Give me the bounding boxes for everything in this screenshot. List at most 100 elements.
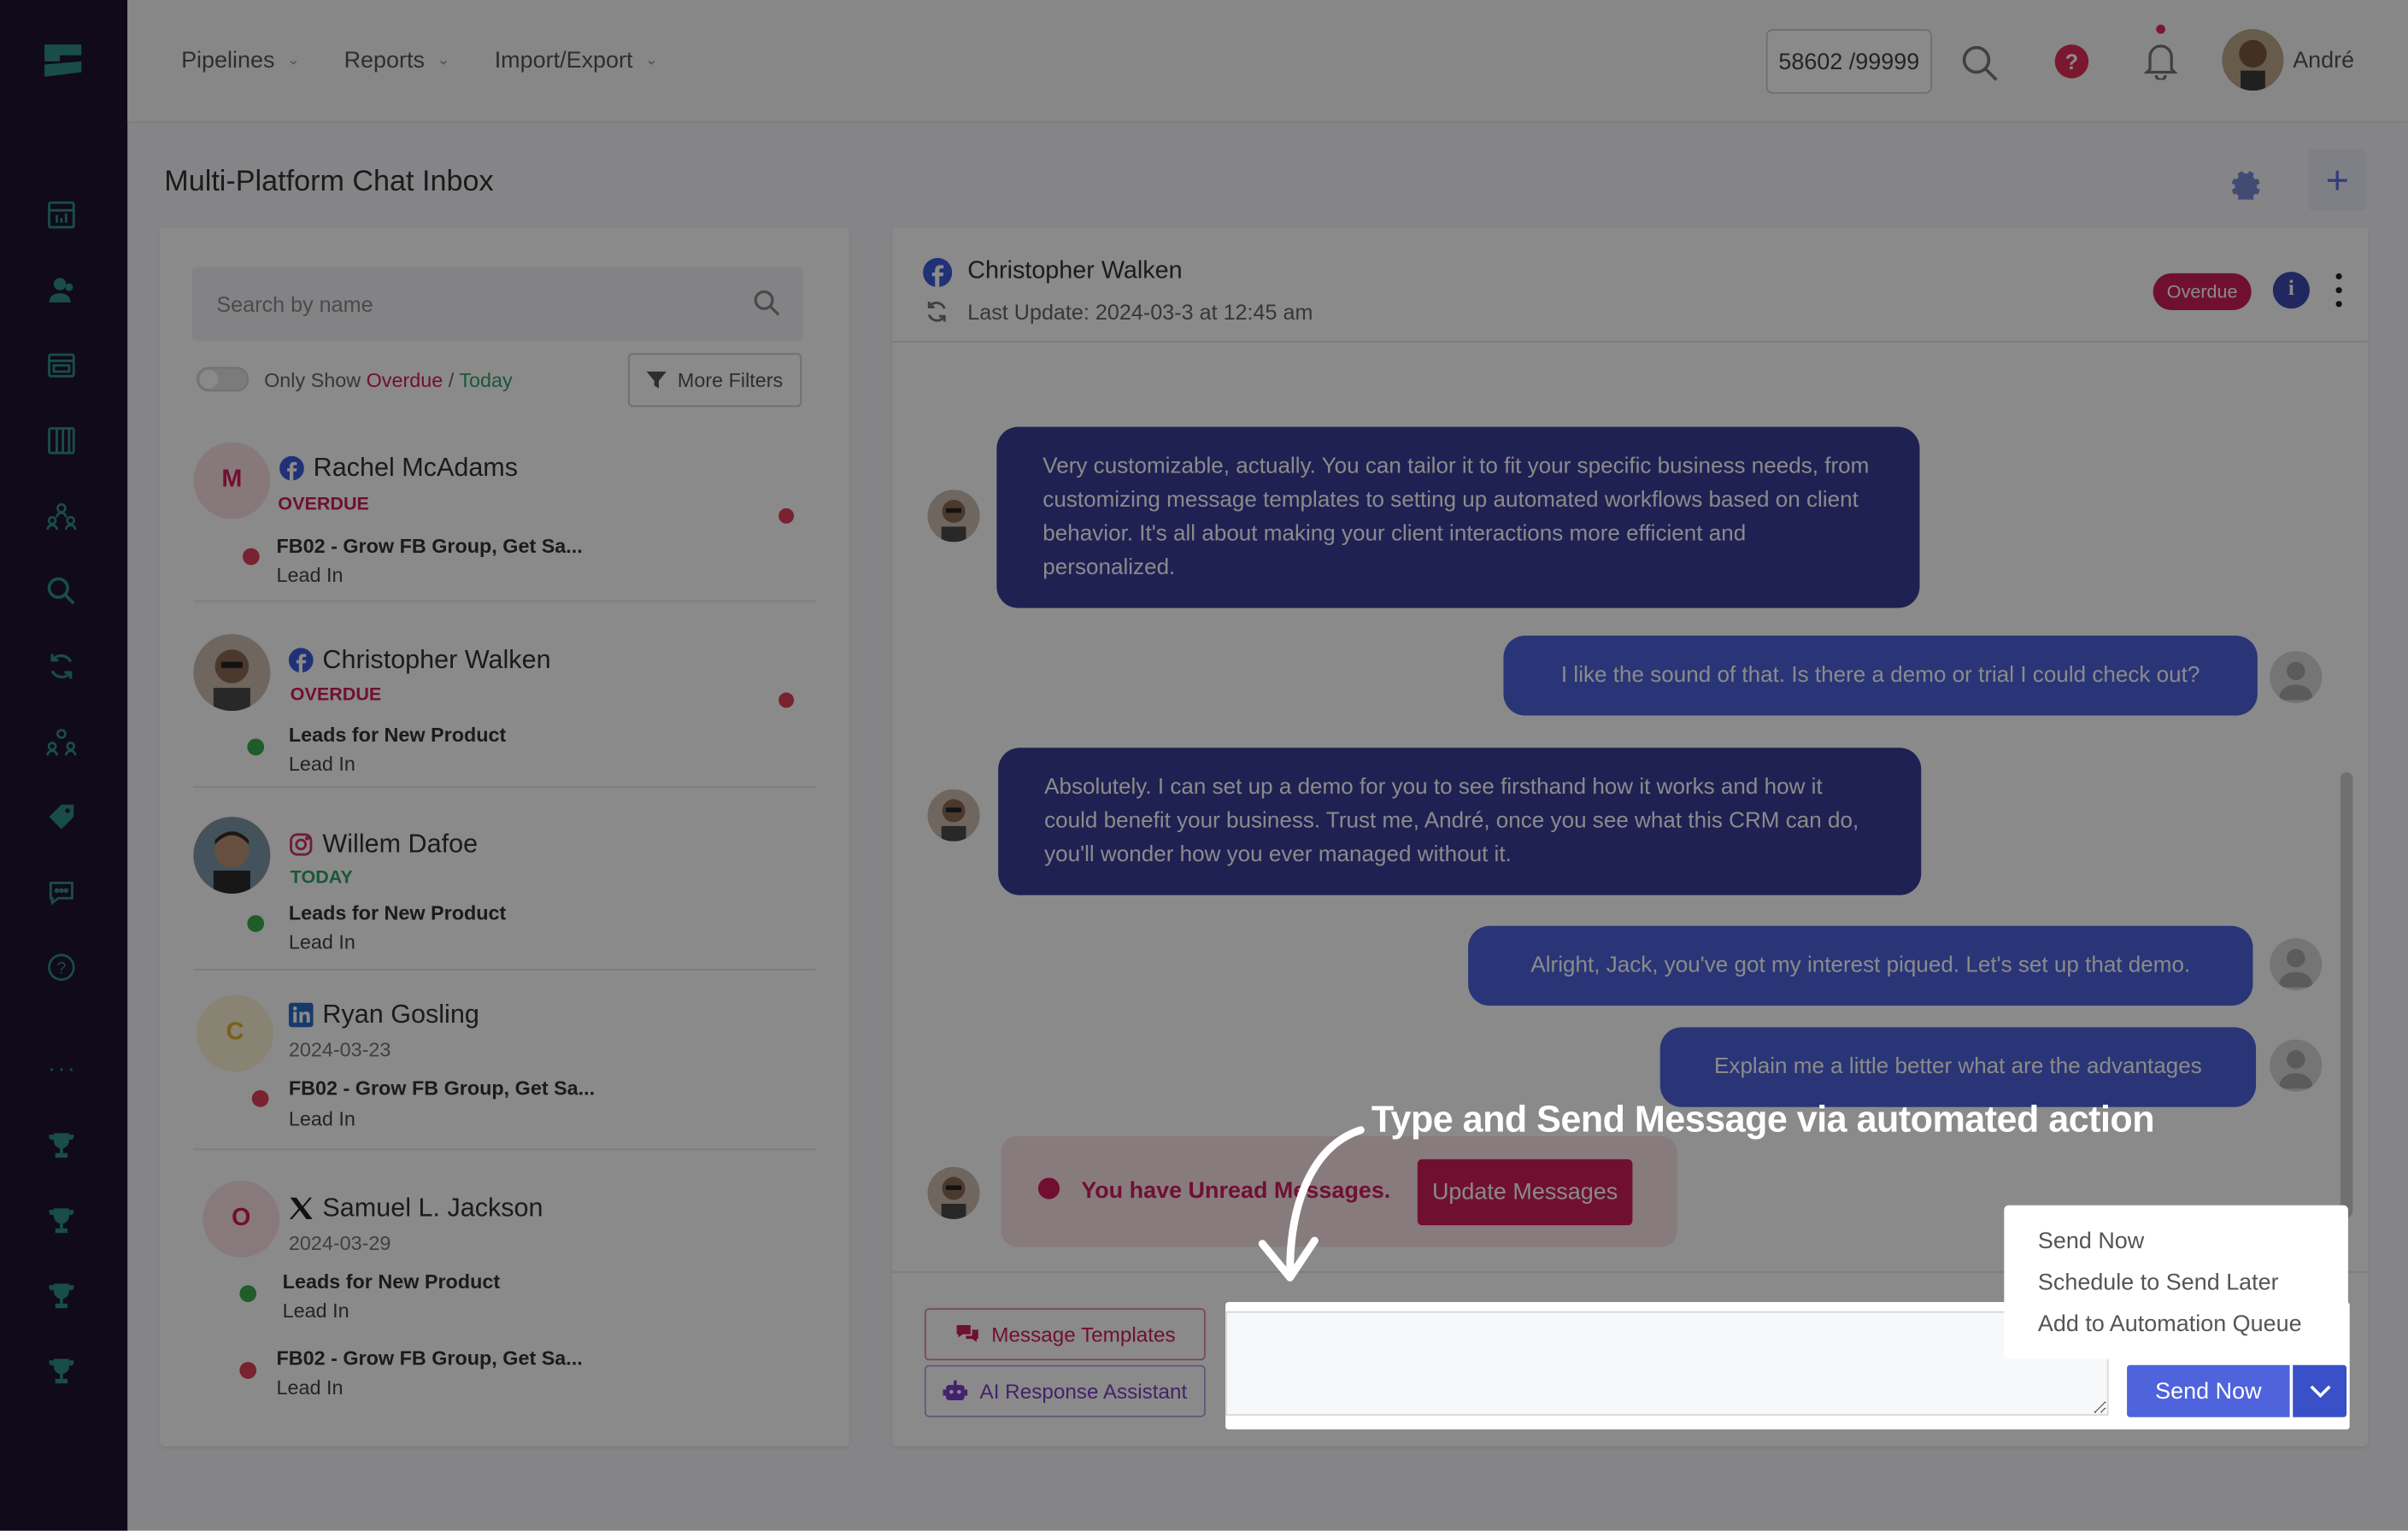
nav-import-export[interactable]: Import/Export ⌄ <box>495 48 658 74</box>
send-now-button[interactable]: Send Now <box>2127 1364 2290 1417</box>
scrollbar[interactable] <box>2340 771 2353 1218</box>
contact-item-rachel-mcadams[interactable]: M Rachel McAdams OVERDUE FB02 - Grow FB … <box>193 427 816 602</box>
unread-dot <box>778 507 795 524</box>
svg-text:?: ? <box>56 959 66 977</box>
search-input[interactable] <box>191 267 803 341</box>
kebab-menu-icon[interactable] <box>2331 273 2346 308</box>
contact-name-row: Willem Dafoe <box>289 829 478 859</box>
message-input[interactable] <box>1225 1311 2109 1417</box>
menu-item-automation-queue[interactable]: Add to Automation Queue <box>2038 1311 2302 1338</box>
deal-stage: Lead In <box>276 563 344 587</box>
trophy-icon[interactable] <box>44 1129 79 1163</box>
toggle-label: Only Show Overdue / Today <box>264 368 513 391</box>
menu-item-schedule-later[interactable]: Schedule to Send Later <box>2038 1270 2279 1296</box>
nav-import-export-label: Import/Export <box>494 47 633 74</box>
user-avatar-placeholder <box>2270 938 2323 991</box>
deal-name: FB02 - Grow FB Group, Get Sa... <box>276 534 583 558</box>
update-messages-button[interactable]: Update Messages <box>1417 1159 1633 1226</box>
team-icon[interactable] <box>44 499 79 533</box>
pipeline-icon[interactable] <box>44 424 79 458</box>
facebook-icon <box>923 257 953 288</box>
trophy-icon[interactable] <box>44 1354 79 1388</box>
message-bubble-outgoing: Explain me a little better what are the … <box>1659 1027 2257 1107</box>
message-templates-button[interactable]: Message Templates <box>924 1308 1206 1361</box>
contact-date: 2024-03-23 <box>288 1037 391 1061</box>
sync-icon[interactable] <box>44 649 79 683</box>
deal-name: Leads for New Product <box>288 900 507 924</box>
message-templates-label: Message Templates <box>991 1323 1176 1346</box>
page-title: Multi-Platform Chat Inbox <box>164 166 494 198</box>
status-badge: OVERDUE <box>290 683 382 705</box>
contact-name-row: Samuel L. Jackson <box>289 1193 543 1223</box>
gear-icon[interactable] <box>2227 166 2261 200</box>
more-icon[interactable]: ··· <box>48 1056 77 1083</box>
notification-dot <box>2156 24 2166 34</box>
contact-item-christopher-walken[interactable]: Christopher Walken OVERDUE Leads for New… <box>193 619 816 788</box>
info-icon[interactable]: i <box>2272 272 2310 309</box>
avatar: M <box>193 442 271 519</box>
search-nav-icon[interactable] <box>44 574 79 608</box>
message-bubble-outgoing: I like the sound of that. Is there a dem… <box>1503 636 2258 716</box>
more-filters-button[interactable]: More Filters <box>628 353 802 408</box>
deal-stage: Lead In <box>288 1106 355 1130</box>
contact-name: Ryan Gosling <box>322 999 479 1029</box>
deal-name: Leads for New Product <box>282 1270 501 1293</box>
chevron-down-icon: ⌄ <box>286 52 300 69</box>
contact-item-willem-dafoe[interactable]: Willem Dafoe TODAY Leads for New Product… <box>193 803 816 971</box>
search-icon[interactable] <box>753 289 780 316</box>
send-options-toggle[interactable] <box>2293 1364 2347 1417</box>
ai-response-assistant-button[interactable]: AI Response Assistant <box>924 1364 1206 1417</box>
chat-header: Christopher Walken Last Update: 2024-03-… <box>892 227 2369 343</box>
contact-avatar <box>927 1166 980 1219</box>
chevron-down-icon: ⌄ <box>644 52 658 69</box>
contacts-icon[interactable] <box>44 273 79 308</box>
deal-name: FB02 - Grow FB Group, Get Sa... <box>288 1076 596 1100</box>
user-avatar[interactable] <box>2222 29 2284 91</box>
user-name[interactable]: André <box>2293 48 2354 74</box>
contact-item-ryan-gosling[interactable]: C Ryan Gosling 2024-03-23 FB02 - Grow FB… <box>193 986 816 1151</box>
contact-name-row: Christopher Walken <box>288 644 551 676</box>
bell-icon[interactable] <box>2143 40 2178 80</box>
message-bubble-outgoing: Alright, Jack, you've got my interest pi… <box>1468 925 2253 1006</box>
toggle-today-text: Today <box>459 368 513 392</box>
ai-assistant-label: AI Response Assistant <box>979 1379 1188 1403</box>
trophy-icon[interactable] <box>44 1204 79 1238</box>
chat-icon[interactable] <box>44 875 79 909</box>
dashboard-icon[interactable] <box>44 198 79 232</box>
contact-name: Christopher Walken <box>322 644 551 674</box>
add-button[interactable]: + <box>2308 149 2367 211</box>
nav-pipelines[interactable]: Pipelines ⌄ <box>181 48 300 74</box>
trophy-icon[interactable] <box>44 1279 79 1313</box>
toggle-prefix: Only Show <box>264 368 367 392</box>
deal-name: Leads for New Product <box>288 723 507 747</box>
menu-item-send-now[interactable]: Send Now <box>2038 1229 2144 1255</box>
chat-bubbles-icon <box>955 1324 978 1342</box>
search-icon[interactable] <box>1959 43 2000 83</box>
annotation-arrow-icon <box>1258 1126 1365 1282</box>
users-icon[interactable] <box>44 724 79 759</box>
instagram-icon <box>290 833 313 856</box>
refresh-icon[interactable] <box>925 299 949 324</box>
help-icon[interactable]: ? <box>2054 44 2089 79</box>
status-dot <box>251 1090 269 1107</box>
status-badge: TODAY <box>290 865 353 888</box>
tag-icon[interactable] <box>44 800 79 834</box>
unread-dot <box>778 692 795 708</box>
contact-name: Willem Dafoe <box>322 829 479 859</box>
help-nav-icon[interactable]: ? <box>44 950 79 984</box>
chat-contact-name: Christopher Walken <box>967 257 1183 284</box>
logo-icon[interactable] <box>42 40 85 83</box>
linkedin-icon <box>288 1002 314 1028</box>
contact-item-samuel-l-jackson[interactable]: O Samuel L. Jackson 2024-03-29 Leads for… <box>193 1167 815 1413</box>
search-field[interactable] <box>191 267 803 341</box>
contact-name: Rachel McAdams <box>313 453 519 483</box>
nav-reports[interactable]: Reports ⌄ <box>344 48 450 74</box>
inbox-icon[interactable] <box>44 349 79 383</box>
avatar: O <box>203 1181 280 1258</box>
status-badge: OVERDUE <box>278 492 369 515</box>
robot-icon <box>943 1380 968 1401</box>
overdue-today-toggle[interactable] <box>197 367 250 392</box>
chevron-down-icon: ⌄ <box>437 52 450 69</box>
last-update: Last Update: 2024-03-3 at 12:45 am <box>967 299 1313 325</box>
chevron-down-icon <box>2309 1384 2330 1398</box>
